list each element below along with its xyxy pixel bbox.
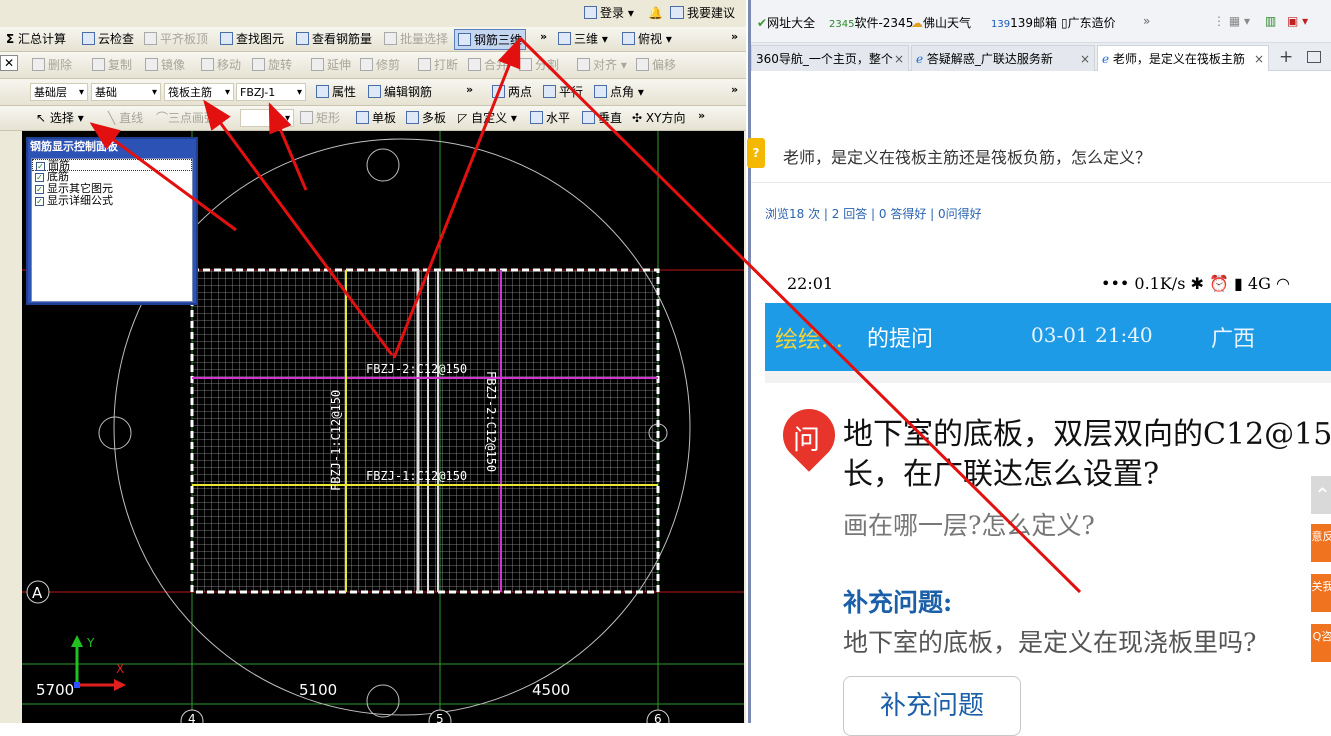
arrow-to-rebar3d	[392, 37, 521, 359]
arrow-to-layer	[89, 122, 237, 232]
annotation-overlay	[89, 36, 1082, 594]
arrow-to-element	[268, 102, 308, 191]
arrow-from-question	[518, 36, 1082, 594]
